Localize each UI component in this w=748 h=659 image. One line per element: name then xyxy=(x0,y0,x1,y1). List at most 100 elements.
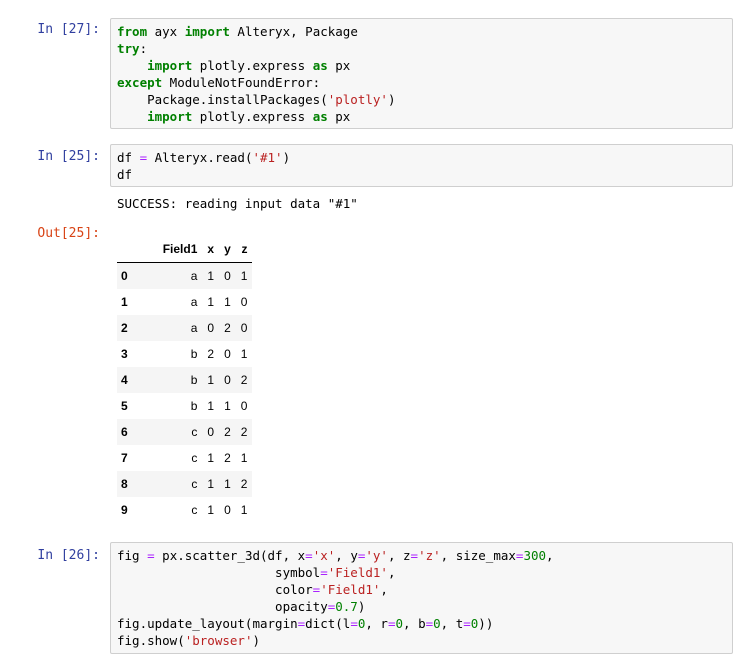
code-line: opacity=0.7) xyxy=(117,598,726,615)
code-token: 0 xyxy=(395,616,404,631)
table-cell: c xyxy=(191,477,198,491)
table-cell: 2 xyxy=(207,347,215,361)
table-cell: 1 xyxy=(224,295,231,309)
code-token: = xyxy=(463,616,471,631)
code-token: px xyxy=(327,58,351,73)
table-cell: b xyxy=(190,373,198,387)
column-header: Field1 xyxy=(157,236,203,263)
code-token: as xyxy=(312,109,328,124)
code-token: 'browser' xyxy=(184,633,253,648)
code-token: '#1' xyxy=(252,150,283,165)
row-index: 9 xyxy=(121,503,128,517)
table-cell: 2 xyxy=(240,477,248,491)
code-editor[interactable]: fig = px.scatter_3d(df, x='x', y='y', z=… xyxy=(117,547,726,649)
cell-25-prompt: In [25]: xyxy=(37,149,100,164)
table-row: 0a101 xyxy=(117,262,253,289)
code-line: try: xyxy=(117,40,726,57)
code-token: 0 xyxy=(433,616,441,631)
code-token: ) xyxy=(252,633,260,648)
cell-26-prompt: In [26]: xyxy=(37,548,100,563)
table-cell: 1 xyxy=(240,347,248,361)
cell-27-prompt: In [27]: xyxy=(37,22,100,37)
table-cell: 2 xyxy=(240,373,248,387)
table-cell: 1 xyxy=(224,477,231,491)
code-line: symbol='Field1', xyxy=(117,564,726,581)
code-token: px xyxy=(327,109,351,124)
code-line: fig = px.scatter_3d(df, x='x', y='y', z=… xyxy=(117,547,726,564)
table-cell: 1 xyxy=(207,503,215,517)
table-cell: 0 xyxy=(240,295,248,309)
row-index: 1 xyxy=(121,295,128,309)
code-line: df = Alteryx.read('#1') xyxy=(117,149,726,166)
table-cell: 1 xyxy=(207,373,215,387)
table-cell: 1 xyxy=(240,503,248,517)
code-line: fig.show('browser') xyxy=(117,632,726,649)
table-cell: a xyxy=(190,295,198,309)
table-row: 5b110 xyxy=(117,393,252,419)
column-header: y xyxy=(219,236,236,263)
table-cell: 0 xyxy=(224,373,231,387)
code-line: Package.installPackages('plotly') xyxy=(117,91,726,108)
code-token: , xyxy=(380,582,388,597)
code-token: 'x' xyxy=(312,548,336,563)
table-cell: c xyxy=(191,503,198,517)
table-cell: 2 xyxy=(224,451,231,465)
code-token: px.scatter_3d(df, x xyxy=(154,548,306,563)
code-editor[interactable]: from ayx import Alteryx, Package try: imp… xyxy=(117,23,726,125)
table-cell: 1 xyxy=(207,477,215,491)
table-cell: 0 xyxy=(207,321,215,335)
table-cell: b xyxy=(190,347,198,361)
table-cell: 1 xyxy=(207,269,215,283)
code-token: , y xyxy=(335,548,358,563)
table-cell: 2 xyxy=(224,425,231,439)
table-cell: 1 xyxy=(224,399,231,413)
code-token: 0.7 xyxy=(335,599,358,614)
code-token: = xyxy=(425,616,434,631)
code-token: symbol xyxy=(117,565,321,580)
table-row: 2a020 xyxy=(117,315,253,341)
code-token: 'Field1' xyxy=(327,565,388,580)
code-token: import xyxy=(184,24,230,39)
code-token: fig.update_layout(margin xyxy=(117,616,298,631)
table-cell: 0 xyxy=(224,347,231,361)
code-line: from ayx import Alteryx, Package xyxy=(117,23,726,40)
code-cell-25[interactable]: df = Alteryx.read('#1') df xyxy=(110,144,733,187)
code-token: , xyxy=(546,548,554,563)
code-token: Alteryx.read( xyxy=(147,150,253,165)
code-token: ayx xyxy=(147,24,185,39)
code-token: import xyxy=(147,109,193,124)
code-token: 'Field1' xyxy=(320,582,381,597)
code-token: ) xyxy=(282,150,291,165)
code-token: Alteryx, Package xyxy=(229,24,358,39)
code-line: import plotly.express as px xyxy=(117,57,726,74)
code-cell-27[interactable]: from ayx import Alteryx, Package try: imp… xyxy=(110,18,733,129)
code-editor[interactable]: df = Alteryx.read('#1') df xyxy=(117,149,726,183)
code-token: Package.installPackages( xyxy=(117,92,328,107)
dataframe-table: Field1 x y z 0a1011a1102a0203b2014b1025b110… xyxy=(117,236,253,523)
table-cell: 0 xyxy=(240,399,248,413)
table-cell: c xyxy=(191,425,198,439)
code-line: fig.update_layout(margin=dict(l=0, r=0, … xyxy=(117,615,726,632)
table-row: 6c022 xyxy=(117,419,253,445)
code-token: dict(l xyxy=(305,616,351,631)
table-cell: 1 xyxy=(207,399,215,413)
code-token: ) xyxy=(357,599,366,614)
code-token: = xyxy=(410,548,419,563)
row-index: 2 xyxy=(121,321,128,335)
code-token: fig xyxy=(117,548,148,563)
code-cell-26[interactable]: fig = px.scatter_3d(df, x='x', y='y', z=… xyxy=(110,542,733,654)
code-token: 'z' xyxy=(418,548,441,563)
code-line: color='Field1', xyxy=(117,581,726,598)
code-token: as xyxy=(312,58,328,73)
column-header: x xyxy=(202,236,220,263)
stdout-output: SUCCESS: reading input data "#1" xyxy=(117,196,358,211)
table-cell: a xyxy=(190,321,198,335)
code-token: fig.show( xyxy=(117,633,185,648)
code-token: plotly.express xyxy=(192,109,313,124)
table-cell: 1 xyxy=(207,295,215,309)
row-index: 6 xyxy=(121,425,128,439)
code-token: : xyxy=(139,41,148,56)
code-token: , t xyxy=(440,616,464,631)
